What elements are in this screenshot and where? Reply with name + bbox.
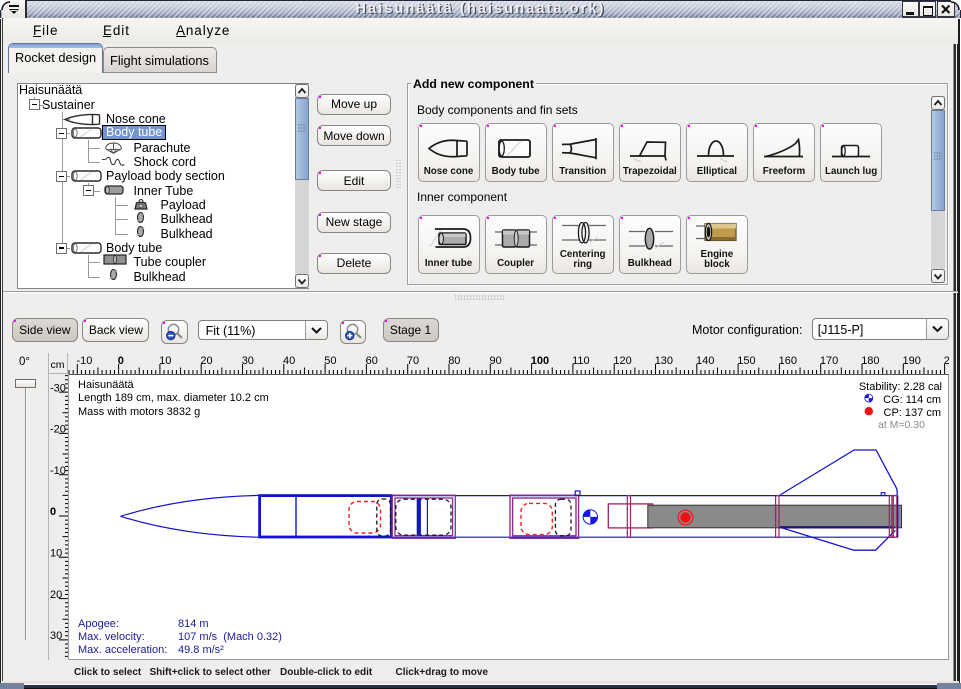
svg-text:60: 60 [366, 355, 378, 367]
svg-text:-20: -20 [50, 424, 66, 436]
svg-text:200: 200 [944, 355, 949, 367]
svg-text:10: 10 [159, 355, 171, 367]
svg-text:50: 50 [324, 355, 336, 367]
svg-text:0: 0 [118, 355, 124, 367]
svg-text:40: 40 [283, 355, 295, 367]
svg-text:10: 10 [50, 548, 62, 560]
svg-text:110: 110 [572, 355, 590, 367]
svg-text:90: 90 [490, 355, 502, 367]
svg-text:150: 150 [737, 355, 755, 367]
svg-text:190: 190 [903, 355, 921, 367]
svg-text:70: 70 [407, 355, 419, 367]
svg-text:-10: -10 [50, 465, 66, 477]
svg-text:30: 30 [50, 630, 62, 642]
svg-text:80: 80 [448, 355, 460, 367]
svg-text:120: 120 [613, 355, 631, 367]
svg-text:20: 20 [200, 355, 212, 367]
svg-text:20: 20 [50, 589, 62, 601]
svg-text:130: 130 [655, 355, 673, 367]
svg-text:180: 180 [861, 355, 879, 367]
svg-text:30: 30 [242, 355, 254, 367]
svg-text:140: 140 [696, 355, 714, 367]
svg-text:0: 0 [50, 506, 56, 518]
svg-text:160: 160 [779, 355, 797, 367]
svg-text:-30: -30 [50, 382, 66, 394]
svg-text:170: 170 [820, 355, 838, 367]
svg-text:-10: -10 [77, 355, 93, 367]
svg-text:100: 100 [531, 355, 549, 367]
